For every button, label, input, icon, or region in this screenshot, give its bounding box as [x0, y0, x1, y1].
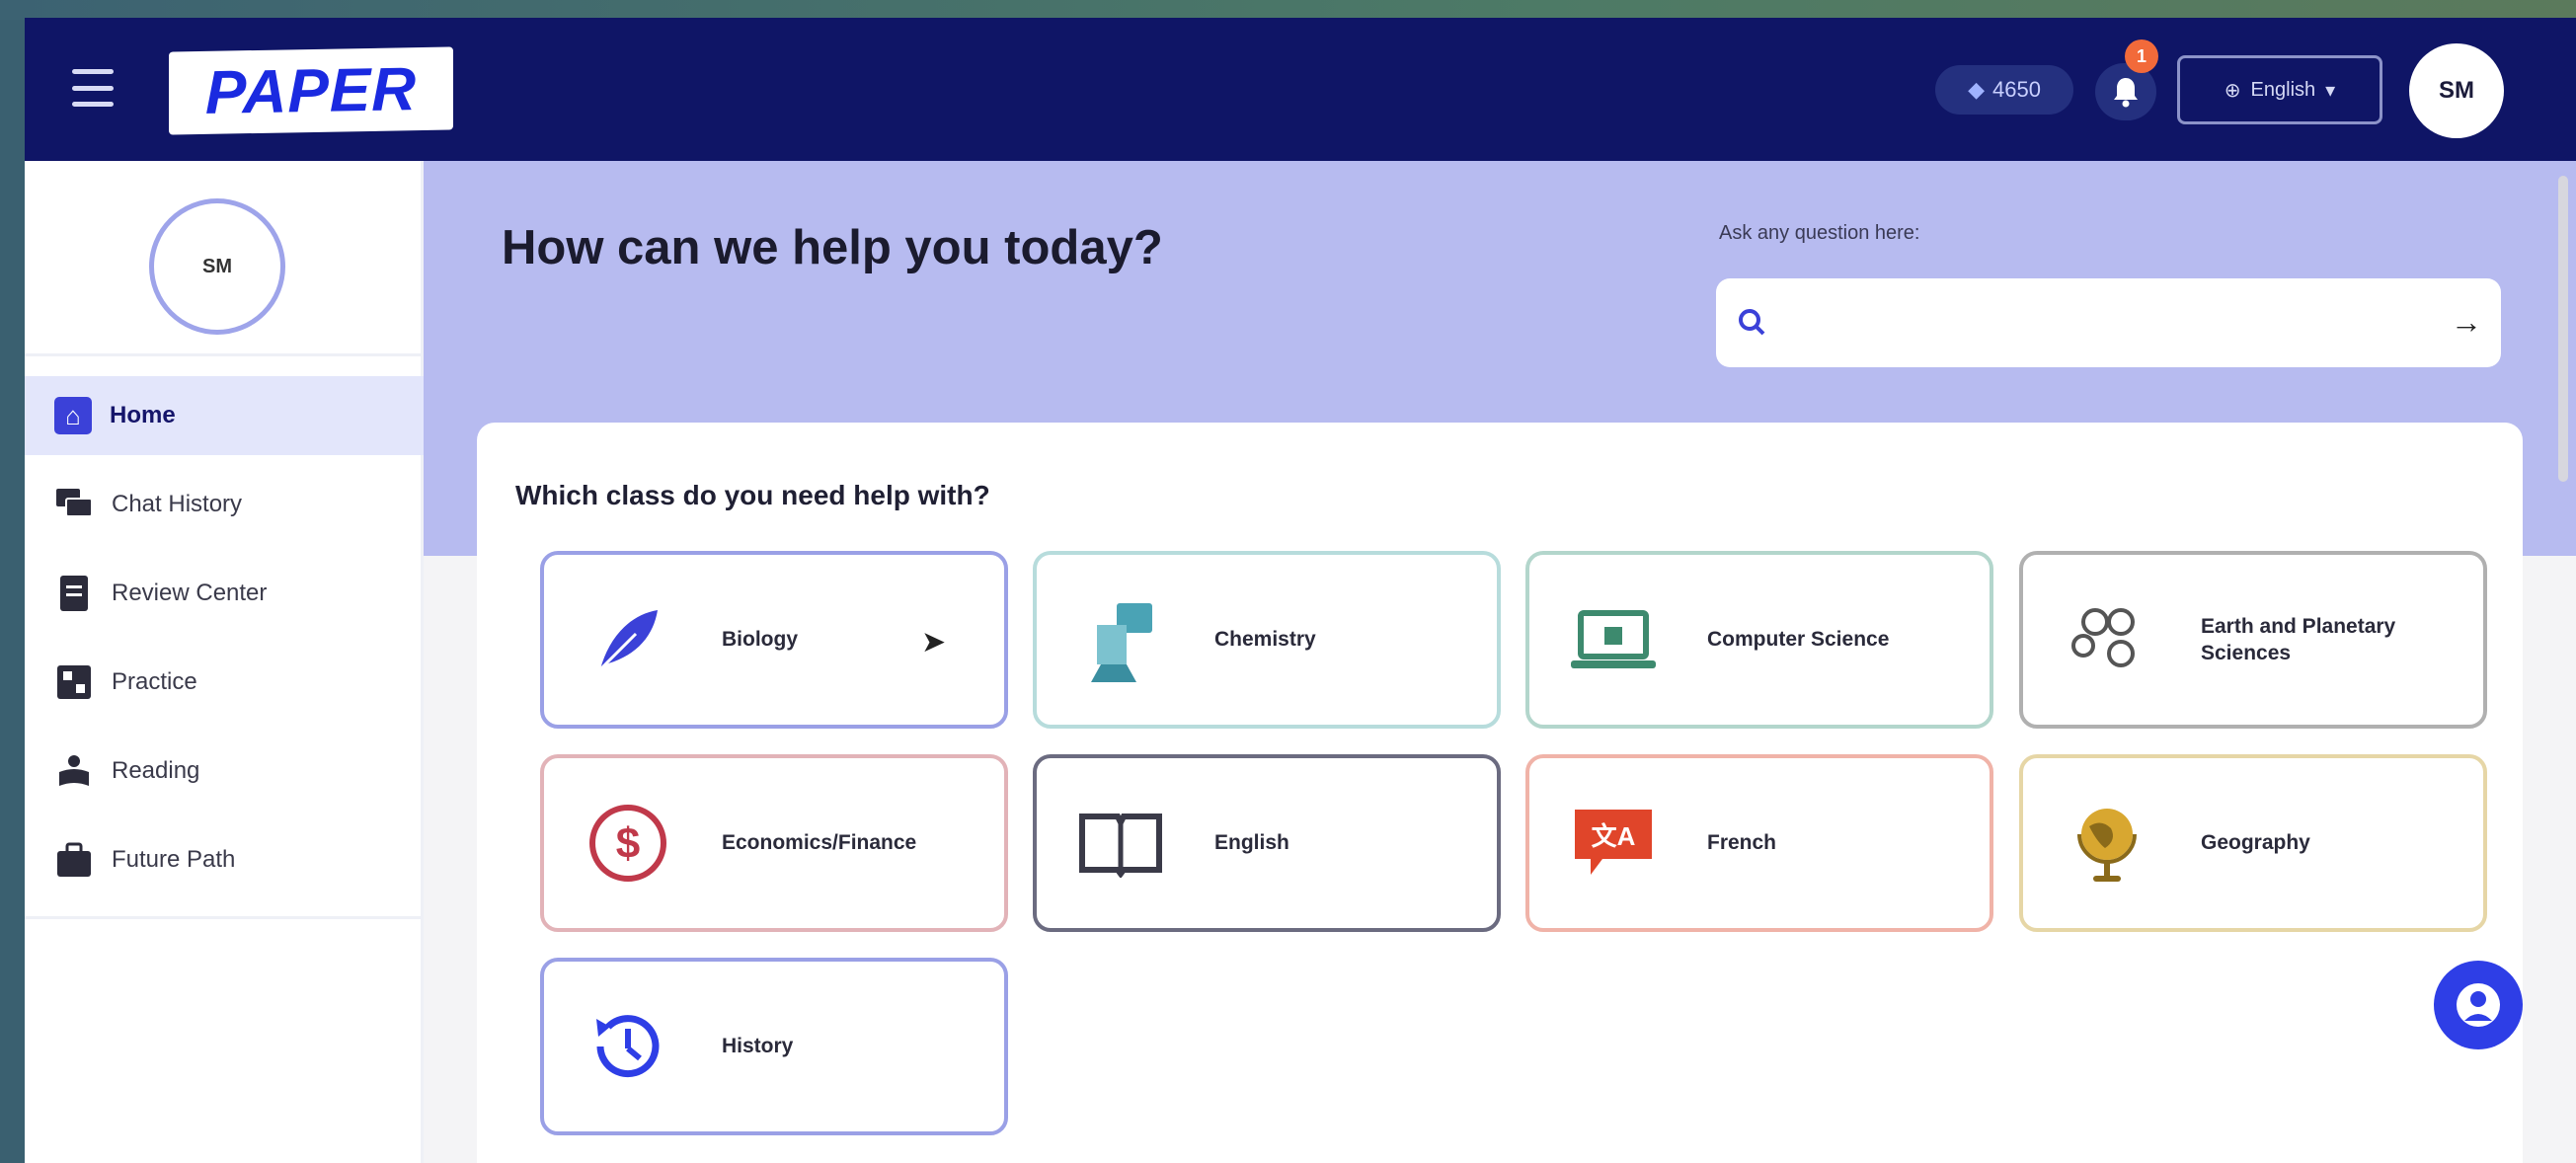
class-label: Economics/Finance — [722, 831, 917, 855]
notification-badge: 1 — [2125, 39, 2158, 73]
sidebar-item-home[interactable]: ⌂ Home — [25, 376, 424, 455]
globe-small-icon: ⊕ — [2224, 79, 2241, 102]
molecule-icon — [2053, 585, 2161, 694]
logo-text: PAPER — [204, 54, 417, 127]
chat-bot-icon — [2457, 983, 2500, 1027]
sidebar-divider — [25, 353, 421, 356]
svg-text:$: $ — [616, 819, 640, 868]
ask-label: Ask any question here: — [1719, 222, 1920, 244]
mouse-cursor-icon: ➤ — [921, 626, 947, 659]
class-label: Chemistry — [1214, 628, 1316, 652]
sidebar-item-label: Review Center — [112, 580, 268, 606]
sidebar-item-review-center[interactable]: Review Center — [25, 554, 424, 633]
class-card-earth-planetary-sciences[interactable]: Earth and Planetary Sciences — [2019, 551, 2487, 729]
dollar-icon: $ — [574, 789, 682, 897]
history-icon — [574, 992, 682, 1101]
submit-arrow-icon[interactable]: → — [2447, 300, 2486, 344]
class-card-chemistry[interactable]: Chemistry — [1033, 551, 1501, 729]
class-label: Computer Science — [1707, 628, 1890, 652]
page-title: How can we help you today? — [502, 221, 1163, 274]
reading-icon — [54, 751, 94, 791]
ask-question-box: → — [1716, 278, 2501, 367]
language-label: English — [2250, 78, 2316, 101]
chemistry-icon — [1066, 585, 1175, 694]
sidebar: SM ⌂ Home Chat History Review Center Pra… — [25, 161, 424, 1163]
sidebar-item-label: Chat History — [112, 491, 243, 517]
globe-icon — [2053, 789, 2161, 897]
sidebar-item-reading[interactable]: Reading — [25, 732, 424, 811]
bell-icon — [2114, 78, 2138, 108]
menu-icon[interactable] — [72, 69, 114, 107]
class-card-history[interactable]: History — [540, 958, 1008, 1135]
sidebar-item-practice[interactable]: Practice — [25, 643, 424, 722]
page-scrollbar[interactable] — [2558, 176, 2568, 482]
gem-icon: ◆ — [1968, 77, 1985, 102]
class-label: History — [722, 1035, 794, 1058]
paper-logo[interactable]: PAPER — [169, 46, 453, 135]
language-selector[interactable]: ⊕ English ▾ — [2177, 55, 2382, 124]
book-icon — [1066, 789, 1175, 897]
class-selection-panel: Which class do you need help with? Biolo… — [477, 423, 2523, 1163]
ask-question-input[interactable] — [1775, 298, 2417, 348]
class-card-economics-finance[interactable]: $ Economics/Finance — [540, 754, 1008, 932]
class-label: English — [1214, 831, 1289, 855]
chat-history-icon — [54, 485, 94, 524]
gems-counter[interactable]: ◆ 4650 — [1935, 65, 2073, 115]
class-label: Biology — [722, 628, 798, 652]
speech-bubble-icon: 文A — [1559, 789, 1668, 897]
window-top-strip — [0, 0, 2576, 20]
class-card-english[interactable]: English — [1033, 754, 1501, 932]
future-path-icon — [54, 840, 94, 880]
svg-text:文A: 文A — [1592, 821, 1636, 851]
class-heading: Which class do you need help with? — [515, 480, 990, 510]
user-avatar[interactable]: SM — [2409, 43, 2504, 138]
search-icon — [1732, 302, 1771, 342]
app-window: PAPER ◆ 4650 1 ⊕ English ▾ SM SM ⌂ Home — [25, 18, 2576, 1163]
sidebar-item-future-path[interactable]: Future Path — [25, 820, 424, 899]
sidebar-item-label: Reading — [112, 757, 200, 784]
class-label: Earth and Planetary Sciences — [2201, 614, 2396, 664]
review-center-icon — [54, 574, 94, 613]
feather-icon — [574, 585, 682, 694]
gems-value: 4650 — [1991, 77, 2041, 102]
class-label: Geography — [2201, 831, 2310, 855]
class-card-french[interactable]: 文A French — [1525, 754, 1993, 932]
chevron-down-icon: ▾ — [2325, 79, 2336, 102]
sidebar-item-label: Future Path — [112, 846, 236, 873]
class-label: French — [1707, 831, 1777, 855]
home-icon: ⌂ — [54, 397, 92, 434]
class-card-computer-science[interactable]: Computer Science — [1525, 551, 1993, 729]
laptop-icon — [1559, 585, 1668, 694]
sidebar-divider — [25, 916, 421, 919]
sidebar-item-label: Home — [110, 402, 176, 428]
top-header: PAPER ◆ 4650 1 ⊕ English ▾ SM — [25, 18, 2576, 161]
sidebar-item-label: Practice — [112, 668, 197, 695]
class-card-geography[interactable]: Geography — [2019, 754, 2487, 932]
practice-icon — [54, 662, 94, 702]
help-chat-button[interactable] — [2434, 961, 2523, 1049]
sidebar-item-chat-history[interactable]: Chat History — [25, 465, 424, 544]
sidebar-avatar[interactable]: SM — [149, 198, 285, 335]
